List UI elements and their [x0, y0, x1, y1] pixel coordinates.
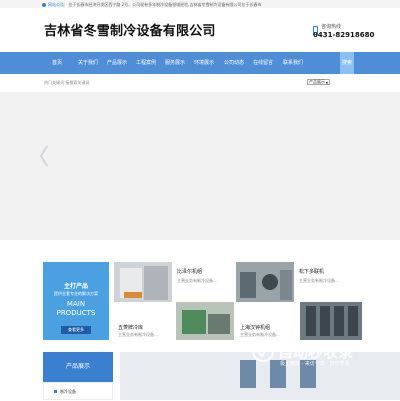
product-desc: 主营业务有制冷设备... [299, 278, 339, 283]
nav-item-news[interactable]: 公司动态 [224, 52, 244, 74]
product-image [236, 262, 294, 302]
nav-item-about[interactable]: 关于我们 [78, 52, 98, 74]
nav-item-environment[interactable]: 环境展示 [194, 52, 214, 74]
product-title: 松下多联机 [299, 269, 325, 275]
nav-item-home[interactable]: 首页 [52, 52, 62, 74]
product-desc: 主营业务有制冷设备... [177, 278, 217, 283]
product-image [300, 302, 362, 340]
promo-en-line1: MAIN [66, 300, 86, 308]
sidebar-item[interactable]: 制冷设备 [43, 382, 113, 400]
bullet-icon [54, 390, 57, 393]
notice-label: 网站公告: [48, 1, 66, 7]
nav-item-contact[interactable]: 联系我们 [283, 52, 303, 74]
product-title: 上海汉钟机组 [240, 325, 271, 331]
view-more-button[interactable]: 查看更多 [61, 326, 91, 334]
watermark-logo-icon [252, 340, 274, 362]
promo-title: 主打产品 [63, 283, 88, 290]
notice: 网站公告: 位于长春市经济开发区西宁路 2号、公司现有多年制冷设备领域经验,吉林… [42, 1, 261, 8]
sidebar-heading: 产品展示 [43, 352, 113, 382]
category-select[interactable]: 产品展示 ▼ [307, 79, 330, 85]
promo-en: MAIN PRODUCTS [43, 300, 109, 318]
chevron-down-icon: ▼ [325, 81, 328, 85]
product-title: 比泽尔机组 [177, 269, 203, 275]
hero-banner [0, 92, 400, 240]
nav-item-message[interactable]: 在线留言 [253, 52, 273, 74]
search-button[interactable]: 搜索 [340, 52, 354, 74]
product-card[interactable]: 比泽尔机组 主营业务有制冷设备... [114, 262, 234, 302]
product-title: 五菱牌冷库 [118, 325, 144, 331]
nav-item-services[interactable]: 服务展示 [165, 52, 185, 74]
product-image [176, 302, 234, 340]
promo-en-line2: PRODUCTS [56, 309, 96, 317]
product-card[interactable]: 上海汉钟机组 主营业务有制冷设备... [236, 302, 362, 340]
product-desc: 主营业务有制冷设备... [118, 332, 158, 337]
site-title[interactable]: 吉林省冬雪制冷设备有限公司 [44, 20, 216, 39]
product-image [114, 262, 172, 302]
product-card[interactable]: 五菱牌冷库 主营业务有制冷设备... [114, 302, 234, 340]
watermark: 自动秒收录 极上链接 · 来访一次 · 自动收录 [244, 338, 384, 376]
notice-text: 位于长春市经济开发区西宁路 2号、公司现有多年制冷设备领域经验,吉林省冬雪制冷设… [68, 1, 262, 7]
nav-item-cases[interactable]: 工程案例 [136, 52, 156, 74]
watermark-subtitle: 极上链接 · 来访一次 · 自动收录 [280, 361, 350, 367]
main-products-promo: 主打产品 提供全套专业的解决方案 MAIN PRODUCTS 查看更多 [43, 262, 109, 340]
watermark-title: 自动秒收录 [278, 343, 354, 361]
hot-keywords: 热门关键词:接搜索关键词 [44, 80, 90, 85]
sidebar-item-label: 制冷设备 [60, 389, 76, 394]
chevron-left-icon[interactable] [38, 144, 50, 168]
nav-item-products[interactable]: 产品展示 [107, 52, 127, 74]
hotline-number: 0431-82918680 [313, 31, 375, 39]
category-select-value: 产品展示 [309, 79, 325, 84]
promo-subtitle: 提供全套专业的解决方案 [54, 291, 98, 296]
product-card[interactable]: 松下多联机 主营业务有制冷设备... [236, 262, 362, 302]
speaker-icon [42, 2, 46, 7]
hotline-label: 咨询热线 [321, 24, 342, 30]
